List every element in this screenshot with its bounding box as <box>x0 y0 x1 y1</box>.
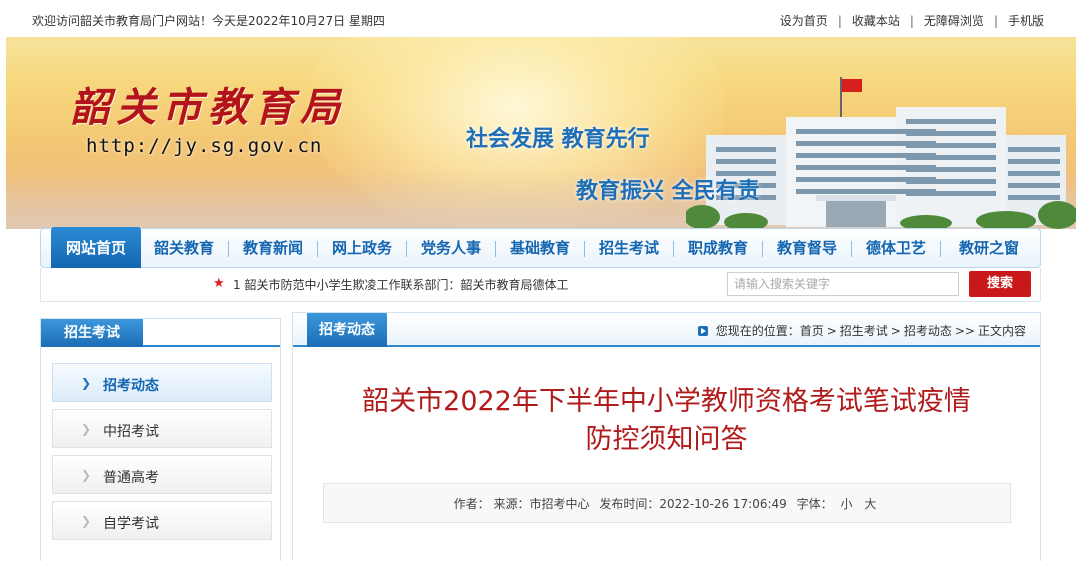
nav-divider <box>584 241 585 257</box>
chevron-right-icon: ❯ <box>81 514 92 528</box>
meta-time-label: 发布时间： <box>599 497 660 511</box>
top-links: 设为首页 | 收藏本站 | 无障碍浏览 | 手机版 <box>780 13 1044 29</box>
building-illustration <box>686 77 1076 229</box>
chevron-right-icon: ❯ <box>81 468 92 482</box>
breadcrumb-admissions[interactable]: 招生考试 <box>840 322 888 339</box>
notice-search-bar: ★ 1 韶关市防范中小学生欺凌工作联系部门：韶关市教育局德体工 搜索 <box>40 268 1041 302</box>
link-separator: | <box>837 14 842 28</box>
sidebar-title: 招生考试 <box>41 319 143 347</box>
slogan-secondary: 教育振兴 全民有责 <box>576 178 760 204</box>
meta-font-label: 字体： <box>796 497 833 511</box>
accessibility-link[interactable]: 无障碍浏览 <box>924 13 984 29</box>
meta-author-label: 作者： <box>453 497 490 511</box>
meta-source: 市招考中心 <box>529 497 590 511</box>
nav-divider <box>940 241 941 257</box>
sidebar-item-label: 自学考试 <box>103 516 159 532</box>
article-title-line2: 防控须知问答 <box>585 424 748 455</box>
main-nav: 网站首页 韶关教育 教育新闻 网上政务 党务人事 基础教育 招生考试 职成教育 … <box>40 227 1041 269</box>
article-title: 韶关市2022年下半年中小学教师资格考试笔试疫情 防控须知问答 <box>293 383 1040 459</box>
link-separator: | <box>993 14 998 28</box>
nav-item-online-government[interactable]: 网上政务 <box>323 229 401 267</box>
search-button[interactable]: 搜索 <box>969 271 1031 297</box>
content-header: 招考动态 您现在的位置： 首页 > 招生考试 > 招考动态 >> 正文内容 <box>293 313 1040 347</box>
page: 欢迎访问韶关市教育局门户网站！今天是2022年10月27日 星期四 设为首页 |… <box>0 0 1076 561</box>
nav-item-moral-physical-arts[interactable]: 德体卫艺 <box>857 229 935 267</box>
sidebar-item-high-school-entrance[interactable]: ❯ 中招考试 <box>52 409 272 448</box>
nav-divider <box>851 241 852 257</box>
breadcrumb-current: 正文内容 <box>977 324 1026 338</box>
nav-divider <box>317 241 318 257</box>
nav-divider <box>228 241 229 257</box>
nav-item-admissions-exams[interactable]: 招生考试 <box>590 229 668 267</box>
nav-item-teaching-research[interactable]: 教研之窗 <box>946 229 1032 267</box>
scrolling-notice[interactable]: 1 韶关市防范中小学生欺凌工作联系部门：韶关市教育局德体工 <box>233 276 568 293</box>
welcome-text: 欢迎访问韶关市教育局门户网站！今天是2022年10月27日 星期四 <box>32 14 385 28</box>
location-icon <box>697 325 708 336</box>
star-icon: ★ <box>213 276 225 291</box>
breadcrumb-separator: > <box>826 323 837 338</box>
article-title-line1: 韶关市2022年下半年中小学教师资格考试笔试疫情 <box>362 386 971 417</box>
sidebar-item-label: 招考动态 <box>103 378 159 394</box>
site-url: http://jy.sg.gov.cn <box>86 135 323 157</box>
meta-time: 2022-10-26 17:06:49 <box>659 497 787 511</box>
sidebar: 招生考试 ❯ 招考动态 ❯ 中招考试 ❯ 普通高考 ❯ 自学考试 <box>40 318 281 561</box>
content-tab: 招考动态 <box>307 313 387 347</box>
sidebar-item-label: 普通高考 <box>103 470 159 486</box>
nav-item-education-news[interactable]: 教育新闻 <box>234 229 312 267</box>
top-bar: 欢迎访问韶关市教育局门户网站！今天是2022年10月27日 星期四 设为首页 |… <box>0 0 1076 37</box>
nav-item-shaoguan-education[interactable]: 韶关教育 <box>145 229 223 267</box>
breadcrumb-separator: > <box>890 323 901 338</box>
search-input[interactable] <box>727 272 959 296</box>
nav-item-home[interactable]: 网站首页 <box>51 227 141 269</box>
chevron-right-icon: ❯ <box>81 422 92 436</box>
breadcrumb-prefix: 您现在的位置： <box>715 324 800 338</box>
sidebar-item-college-entrance[interactable]: ❯ 普通高考 <box>52 455 272 494</box>
bookmark-link[interactable]: 收藏本站 <box>852 13 900 29</box>
meta-source-label: 来源： <box>493 497 530 511</box>
nav-item-party-personnel[interactable]: 党务人事 <box>412 229 490 267</box>
header-banner: 韶关市教育局 http://jy.sg.gov.cn 社会发展 教育先行 教育振… <box>6 37 1076 229</box>
sidebar-item-self-study-exam[interactable]: ❯ 自学考试 <box>52 501 272 540</box>
breadcrumb-admission-news[interactable]: 招考动态 <box>904 322 952 339</box>
article-meta: 作者： 来源：市招考中心 发布时间：2022-10-26 17:06:49 字体… <box>323 483 1011 523</box>
nav-divider <box>406 241 407 257</box>
breadcrumb-home[interactable]: 首页 <box>800 322 824 339</box>
font-small-button[interactable]: 小 <box>840 497 852 511</box>
sidebar-item-label: 中招考试 <box>103 424 159 440</box>
set-homepage-link[interactable]: 设为首页 <box>780 13 828 29</box>
nav-item-education-supervision[interactable]: 教育督导 <box>768 229 846 267</box>
link-separator: | <box>909 14 914 28</box>
font-large-button[interactable]: 大 <box>864 497 876 511</box>
slogan-primary: 社会发展 教育先行 <box>466 126 650 152</box>
nav-divider <box>673 241 674 257</box>
breadcrumb: 您现在的位置： 首页 > 招生考试 > 招考动态 >> 正文内容 <box>697 322 1026 339</box>
sidebar-menu: ❯ 招考动态 ❯ 中招考试 ❯ 普通高考 ❯ 自学考试 <box>52 363 272 547</box>
nav-item-vocational-education[interactable]: 职成教育 <box>679 229 757 267</box>
mobile-version-link[interactable]: 手机版 <box>1008 13 1044 29</box>
main-content: 招考动态 您现在的位置： 首页 > 招生考试 > 招考动态 >> 正文内容 韶关… <box>292 312 1041 561</box>
nav-divider <box>762 241 763 257</box>
site-title: 韶关市教育局 <box>70 84 346 131</box>
nav-item-basic-education[interactable]: 基础教育 <box>501 229 579 267</box>
chevron-right-icon: ❯ <box>81 376 92 390</box>
sidebar-header: 招生考试 <box>41 319 280 347</box>
breadcrumb-separator: >> <box>954 323 975 338</box>
nav-divider <box>495 241 496 257</box>
sidebar-item-admission-news[interactable]: ❯ 招考动态 <box>52 363 272 402</box>
